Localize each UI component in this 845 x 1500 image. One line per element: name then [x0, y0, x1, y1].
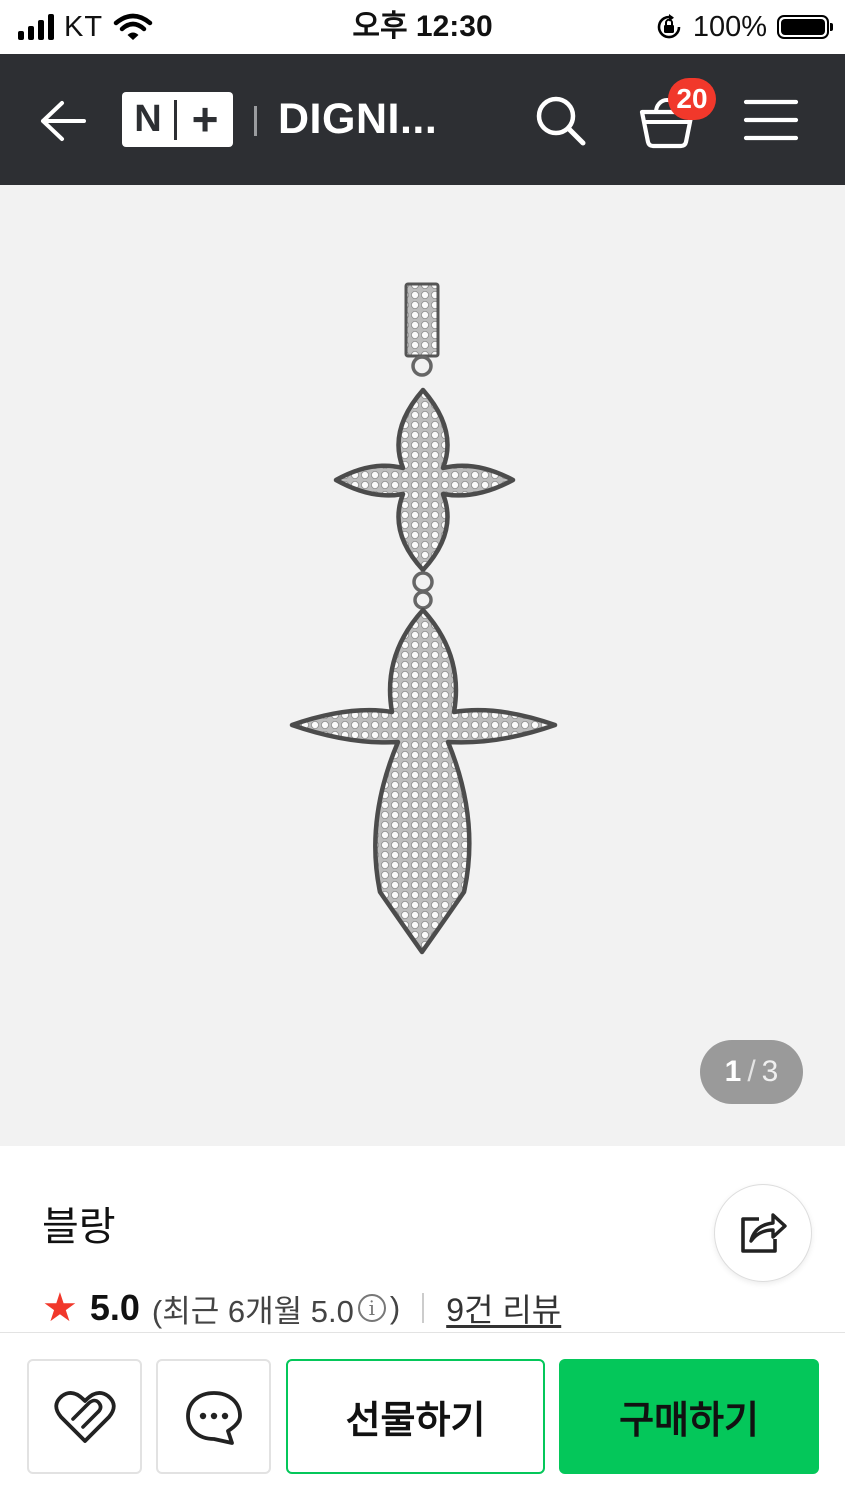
recent-rating-text: (최근 6개월 5.0: [151, 1293, 354, 1329]
recent-rating: (최근 6개월 5.0 i ): [152, 1286, 400, 1331]
product-image-gallery[interactable]: 1 / 3: [0, 185, 845, 1146]
back-arrow-icon: [41, 101, 86, 141]
wishlist-button[interactable]: [27, 1359, 142, 1474]
status-right: 100%: [655, 10, 833, 44]
search-icon: [536, 96, 586, 146]
counter-separator: /: [747, 1055, 756, 1088]
recent-rating-close: ): [389, 1290, 401, 1325]
total-images: 3: [761, 1055, 779, 1088]
orientation-lock-icon: [657, 14, 681, 39]
buy-button[interactable]: 구매하기: [559, 1359, 819, 1474]
back-button[interactable]: [30, 88, 96, 154]
share-icon: [741, 1213, 787, 1253]
store-title[interactable]: DIGNI...: [278, 92, 437, 147]
cart-count-badge: 20: [668, 78, 716, 120]
search-button[interactable]: [528, 88, 592, 152]
bottom-action-bar: 선물하기 구매하기: [0, 1332, 845, 1500]
image-page-counter: 1 / 3: [700, 1040, 803, 1104]
current-image-index: 1: [724, 1055, 742, 1088]
rating-divider: [422, 1293, 425, 1323]
store-header: N + DIGNI... 20: [0, 54, 845, 185]
menu-icon: [743, 99, 799, 141]
review-count-link[interactable]: 9건 리뷰: [446, 1285, 561, 1331]
battery-percent: 100%: [692, 10, 767, 43]
rating-score: 5.0: [89, 1287, 140, 1328]
talk-talk-button[interactable]: [156, 1359, 271, 1474]
gift-button[interactable]: 선물하기: [286, 1359, 545, 1474]
menu-button[interactable]: [740, 92, 802, 148]
product-info: 블랑 ★ 5.0 (최근 6개월 5.0 i ) 9건 리뷰: [0, 1146, 845, 1332]
heart-icon: [53, 1390, 116, 1443]
info-icon[interactable]: i: [357, 1294, 386, 1322]
product-name: 블랑: [42, 1205, 116, 1249]
status-bar: KT 오후 12:30 100%: [0, 0, 845, 54]
chat-icon: [185, 1390, 242, 1445]
logo-plus: +: [191, 93, 219, 145]
title-divider: [254, 106, 257, 136]
pendant-product-image: [289, 282, 558, 955]
star-icon: ★: [42, 1286, 78, 1330]
naver-plus-logo[interactable]: N +: [122, 92, 233, 147]
battery-icon: [777, 15, 833, 39]
share-button[interactable]: [714, 1184, 812, 1282]
rating-row: ★ 5.0 (최근 6개월 5.0 i ) 9건 리뷰: [42, 1286, 561, 1330]
logo-n: N: [134, 98, 162, 140]
